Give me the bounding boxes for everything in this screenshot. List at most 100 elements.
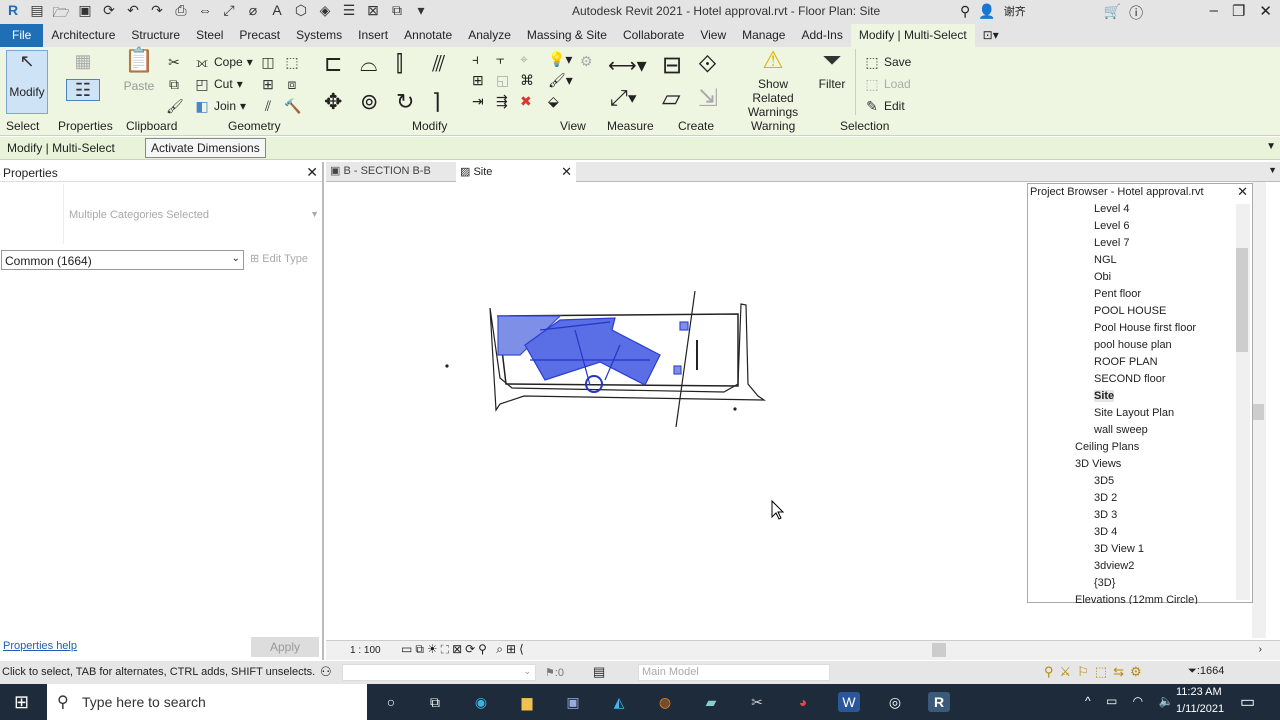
split-icon[interactable]: ⫞ <box>472 51 496 68</box>
clock-time[interactable]: 11:23 AM <box>1176 686 1222 698</box>
store-icon[interactable]: ▣ <box>562 692 584 712</box>
worksharing-icon[interactable]: ⚇ <box>320 664 332 680</box>
obs-icon[interactable]: ◎ <box>884 692 906 712</box>
edit-type-button[interactable]: ⊞ Edit Type <box>250 252 308 265</box>
apply-button[interactable]: Apply <box>251 637 319 657</box>
app-icon[interactable]: ▰ <box>700 692 722 712</box>
workset-dropdown[interactable]: ⌄ <box>342 664 536 681</box>
tab-massing-site[interactable]: Massing & Site <box>519 24 615 47</box>
minimize-button[interactable]: – <box>1210 2 1218 20</box>
print-icon[interactable]: ⎙ <box>172 2 190 26</box>
create-parts-icon[interactable]: ▱ <box>662 84 698 113</box>
tab-steel[interactable]: Steel <box>188 24 231 47</box>
open-icon[interactable]: 🗁 <box>52 2 70 26</box>
type-selector[interactable]: Multiple Categories Selected ▼ <box>66 184 322 244</box>
ribbon-toggle-icon[interactable]: ⊡▾ <box>975 24 1007 47</box>
show-related-warnings-button[interactable]: ⚠ Show Related Warnings <box>736 49 810 120</box>
move-icon[interactable]: ✥ <box>324 89 360 115</box>
mirror-pick-axis-icon[interactable]: ⫿ <box>396 51 432 77</box>
clock-date[interactable]: 1/11/2021 <box>1176 703 1224 715</box>
browser-item[interactable]: Site <box>1094 390 1115 402</box>
browser-item[interactable]: Elevations (12mm Circle) <box>1075 594 1198 604</box>
tab-architecture[interactable]: Architecture <box>43 24 123 47</box>
copy-element-icon[interactable]: ⊚ <box>360 89 396 115</box>
browser-item[interactable]: 3D 2 <box>1094 492 1117 504</box>
browser-item[interactable]: 3D View 1 <box>1094 543 1144 555</box>
scale-icon[interactable]: ◱ <box>496 72 520 89</box>
cortana-icon[interactable]: ○ <box>380 692 402 712</box>
browser-item[interactable]: 3D 4 <box>1094 526 1117 538</box>
file-explorer-icon[interactable]: ▆ <box>516 692 538 712</box>
view-scale[interactable]: 1 : 100 <box>350 645 381 656</box>
split-face-icon[interactable]: ◫ <box>260 52 276 72</box>
browser-item[interactable]: {3D} <box>1094 577 1115 589</box>
3d-view-icon[interactable]: ⬡ <box>292 2 310 26</box>
browser-item[interactable]: 3D Views <box>1075 458 1121 470</box>
browser-item[interactable]: NGL <box>1094 254 1117 266</box>
rotate-icon[interactable]: ↻ <box>396 89 432 115</box>
browser-item[interactable]: pool house plan <box>1094 339 1172 351</box>
instance-filter-dropdown[interactable]: Common (1664) ⌄ <box>1 250 244 270</box>
tab-analyze[interactable]: Analyze <box>460 24 519 47</box>
close-hidden-icon[interactable]: ⊠ <box>364 2 382 26</box>
save-selection-button[interactable]: ⬚ Save <box>864 52 911 72</box>
edge-icon[interactable]: ◉ <box>470 692 492 712</box>
section-icon[interactable]: ◈ <box>316 2 334 26</box>
hammer-icon[interactable]: 🔨 <box>284 96 301 116</box>
tab-modify-multi-select[interactable]: Modify | Multi-Select <box>850 24 975 47</box>
cut-clipboard-button[interactable]: ✂ <box>166 52 182 72</box>
chrome-icon[interactable]: ◕ <box>792 692 814 712</box>
array-icon[interactable]: ⊞ <box>472 72 496 89</box>
browser-item[interactable]: Level 6 <box>1094 220 1129 232</box>
user-icon[interactable]: 👤 <box>978 3 995 23</box>
home-icon[interactable]: ▤ <box>28 2 46 26</box>
override-graphics-icon[interactable]: 🖌▾ <box>548 72 576 89</box>
customize-icon[interactable]: ▾ <box>412 2 430 26</box>
create-assembly-icon[interactable]: ⊟ <box>662 51 698 80</box>
browser-item[interactable]: 3D 3 <box>1094 509 1117 521</box>
align-icon[interactable]: ⊏ <box>324 51 360 77</box>
tab-manage[interactable]: Manage <box>734 24 793 47</box>
sync-icon[interactable]: ⟳ <box>100 2 118 26</box>
dimension-icon[interactable]: ⤢ <box>220 2 238 26</box>
selection-option-icons[interactable]: ⚲⚔⚐⬚⇆⚙ <box>1044 664 1148 680</box>
create-group-icon[interactable]: ⇲ <box>698 84 734 113</box>
windows-start-icon[interactable]: ⊞ <box>14 692 29 713</box>
browser-item[interactable]: Pent floor <box>1094 288 1141 300</box>
tabs-menu-icon[interactable]: ▼ <box>1268 165 1277 175</box>
model-dropdown[interactable]: Main Model <box>638 664 830 681</box>
tab-collaborate[interactable]: Collaborate <box>615 24 692 47</box>
hide-icon[interactable]: 💡▾ <box>548 51 576 68</box>
tab-insert[interactable]: Insert <box>350 24 396 47</box>
unpin-icon[interactable]: ⌖ <box>520 51 544 68</box>
properties-close-icon[interactable]: ✕ <box>306 164 318 181</box>
view-extra-icon[interactable]: ⚙ <box>580 53 593 70</box>
horizontal-scrollbar-thumb[interactable] <box>932 643 946 657</box>
browser-item[interactable]: 3dview2 <box>1094 560 1134 572</box>
trim-single-icon[interactable]: ⇥ <box>472 93 496 110</box>
project-browser-scrollbar[interactable] <box>1236 204 1250 600</box>
delete-icon[interactable]: ✖ <box>520 93 544 110</box>
firefox-icon[interactable]: ◍ <box>654 692 676 712</box>
browser-item[interactable]: Ceiling Plans <box>1075 441 1139 453</box>
browser-item[interactable]: Pool House first floor <box>1094 322 1196 334</box>
beam-join-icon[interactable]: ⫽ <box>260 96 276 116</box>
user-name[interactable]: 谢齐 <box>1004 3 1026 23</box>
browser-item[interactable]: 3D5 <box>1094 475 1114 487</box>
match-type-button[interactable]: 🖌 <box>166 96 184 116</box>
cope-button[interactable]: ⟗ Cope ▾ <box>194 52 253 72</box>
browser-item[interactable]: wall sweep <box>1094 424 1148 436</box>
measure-icon[interactable]: ⇔ <box>196 2 214 26</box>
word-icon[interactable]: W <box>838 692 860 712</box>
binoculars-icon[interactable]: ⚲ <box>960 3 970 23</box>
measure-between-icon[interactable]: ⟷▾ <box>608 53 647 78</box>
properties-help-link[interactable]: Properties help <box>3 640 77 652</box>
revit-taskbar-icon[interactable]: R <box>928 692 950 712</box>
undo-icon[interactable]: ↶ <box>124 2 142 26</box>
cart-icon[interactable]: 🛒 <box>1104 3 1121 23</box>
filter-button[interactable]: ⏷ Filter <box>816 49 848 92</box>
cut-geometry-button[interactable]: ◰ Cut ▾ <box>194 74 242 94</box>
tag-icon[interactable]: ⌀ <box>244 2 262 26</box>
notifications-icon[interactable]: ▭ <box>1240 692 1255 712</box>
create-similar-icon[interactable]: ⟐ <box>698 51 734 80</box>
